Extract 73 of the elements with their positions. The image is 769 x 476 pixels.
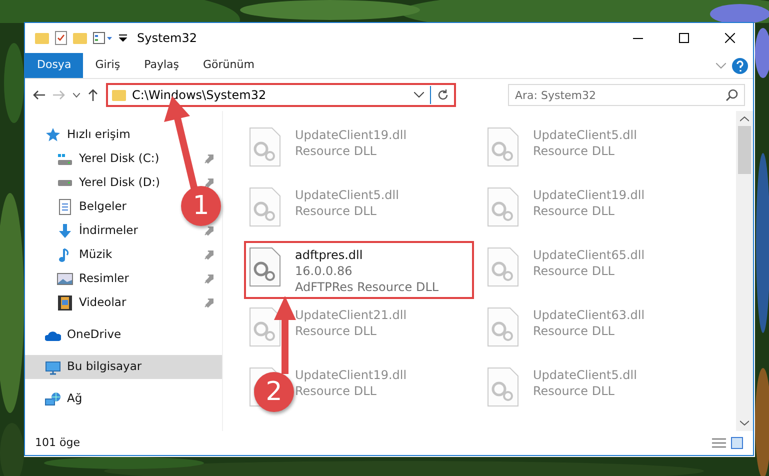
scroll-down-icon[interactable]	[740, 420, 749, 426]
ribbon-tab[interactable]: Giriş	[83, 53, 132, 78]
close-icon	[725, 33, 735, 43]
film-icon	[57, 295, 73, 311]
expand-ribbon-icon[interactable]	[716, 62, 726, 68]
dll-file-icon	[487, 127, 519, 167]
ribbon-tab[interactable]: Paylaş	[132, 53, 191, 78]
properties-icon[interactable]	[93, 32, 113, 44]
download-icon	[57, 223, 73, 239]
dll-file-icon	[487, 307, 519, 347]
help-icon[interactable]	[732, 58, 748, 74]
sidebar-item[interactable]: Müzik	[25, 243, 222, 267]
search-field[interactable]: Ara: System32	[508, 84, 745, 106]
address-field[interactable]: C:\Windows\System32	[106, 83, 456, 107]
file-detail: Resource DLL	[295, 323, 378, 339]
star-icon	[45, 127, 61, 143]
file-detail: Resource DLL	[533, 323, 616, 339]
file-detail: AdFTPRes Resource DLL	[295, 279, 439, 295]
sidebar-item[interactable]: Bu bilgisayar	[25, 355, 222, 379]
dll-file-icon	[249, 187, 281, 227]
sidebar-item[interactable]: Hızlı erişim	[25, 123, 138, 147]
network-icon	[45, 392, 61, 406]
monitor-icon	[45, 360, 61, 374]
file-detail: 16.0.0.86	[295, 263, 354, 279]
ribbon-tab[interactable]: Dosya	[25, 53, 84, 78]
search-icon[interactable]	[726, 89, 738, 101]
dll-file-icon	[249, 247, 281, 287]
details-view-icon[interactable]	[712, 437, 726, 449]
caret-icon[interactable]	[73, 92, 80, 98]
sidebar-item[interactable]: Belgeler	[25, 195, 135, 219]
pin-icon[interactable]	[204, 154, 214, 164]
ribbon-tab[interactable]: Görünüm	[191, 53, 266, 78]
drive-icon	[57, 154, 73, 164]
dll-file-icon	[249, 307, 281, 347]
scrollbar-thumb[interactable]	[738, 126, 751, 174]
maximize-icon	[679, 33, 689, 43]
checklist-icon[interactable]	[55, 31, 67, 45]
file-detail: Resource DLL	[533, 383, 616, 399]
dll-file-icon	[487, 247, 519, 287]
dll-file-icon	[487, 187, 519, 227]
file-detail: Resource DLL	[533, 203, 616, 219]
caret-icon[interactable]	[414, 92, 424, 98]
refresh-icon[interactable]	[437, 89, 449, 101]
tiles-view-icon[interactable]	[731, 437, 743, 449]
sidebar-item[interactable]: OneDrive	[25, 323, 130, 347]
folder-icon	[112, 89, 126, 101]
file-name[interactable]: adftpres.dll	[295, 247, 439, 263]
file-detail: Resource DLL	[533, 263, 616, 279]
scroll-up-icon[interactable]	[740, 116, 749, 122]
sidebar-item[interactable]: Yerel Disk (C:)	[25, 147, 222, 171]
window-title: System32	[137, 30, 198, 47]
item-count: 101 öge	[35, 434, 80, 451]
drive-icon	[57, 180, 73, 186]
file-detail: Resource DLL	[295, 203, 378, 219]
image-icon	[57, 273, 73, 285]
sidebar-item[interactable]: Ağ	[25, 387, 90, 411]
dropdown-icon[interactable]	[119, 34, 127, 42]
address-path: C:\Windows\System32	[132, 87, 268, 104]
up-icon[interactable]	[88, 89, 98, 101]
sidebar-item[interactable]: Videolar	[25, 291, 222, 315]
file-detail: Resource DLL	[533, 143, 616, 159]
file-detail: Resource DLL	[295, 143, 378, 159]
dll-file-icon	[487, 367, 519, 407]
sidebar-item[interactable]: Resimler	[25, 267, 222, 291]
pin-icon[interactable]	[204, 226, 214, 236]
pin-icon[interactable]	[204, 274, 214, 284]
dll-file-icon	[249, 127, 281, 167]
pin-icon[interactable]	[204, 250, 214, 260]
file-detail: Resource DLL	[295, 383, 378, 399]
pin-icon[interactable]	[204, 178, 214, 188]
document-icon	[57, 199, 73, 215]
back-icon[interactable]	[33, 90, 45, 100]
pin-icon[interactable]	[204, 298, 214, 308]
